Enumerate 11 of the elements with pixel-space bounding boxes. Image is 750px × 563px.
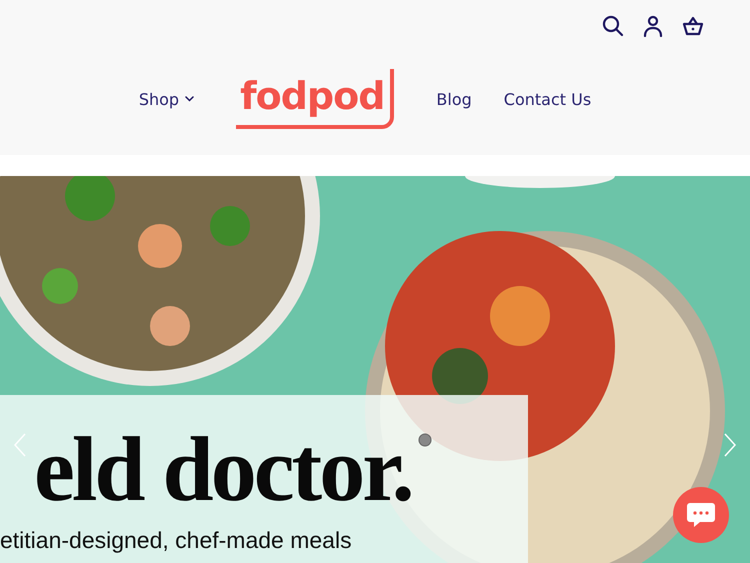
chevron-down-icon bbox=[185, 96, 194, 102]
user-icon[interactable] bbox=[642, 15, 664, 37]
hero-subheading: etitian-designed, chef-made meals bbox=[0, 527, 353, 553]
registered-mark-icon bbox=[418, 433, 432, 447]
chat-bubble-icon bbox=[686, 501, 716, 529]
hero-heading: eld doctor. bbox=[34, 421, 412, 517]
nav-link[interactable]: Contact Us bbox=[504, 90, 592, 108]
search-icon[interactable] bbox=[602, 15, 624, 37]
nav-link[interactable]: Blog bbox=[436, 90, 472, 108]
basket-icon[interactable] bbox=[682, 15, 704, 37]
nav-link[interactable]: Shop bbox=[138, 90, 194, 108]
